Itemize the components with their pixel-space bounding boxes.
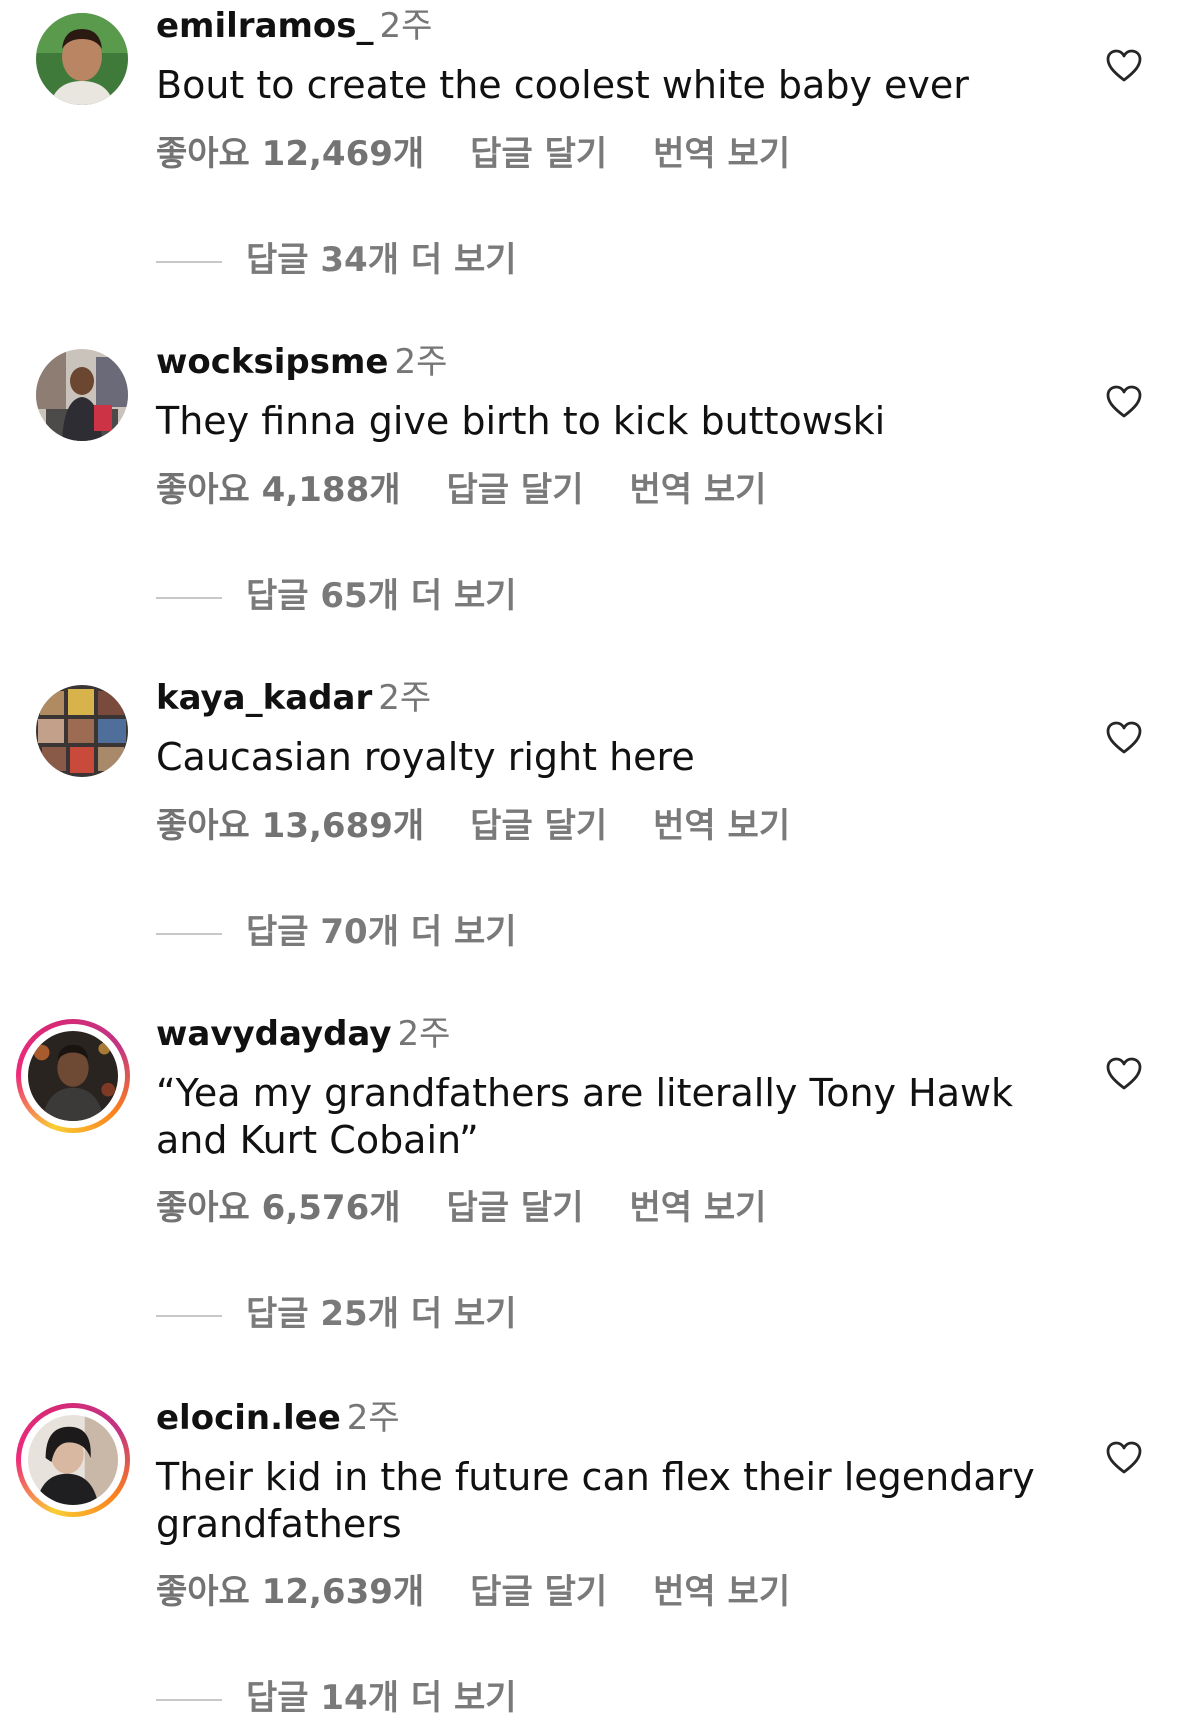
- like-count[interactable]: 좋아요 13,689개: [156, 806, 424, 846]
- story-avatar[interactable]: [16, 1019, 130, 1133]
- heart-icon[interactable]: [1104, 1438, 1144, 1478]
- comment-time: 2주: [397, 1014, 451, 1054]
- divider: [156, 260, 222, 263]
- heart-icon[interactable]: [1104, 1054, 1144, 1094]
- translate-button[interactable]: 번역 보기: [629, 1188, 766, 1228]
- like-count[interactable]: 좋아요 6,576개: [156, 1188, 401, 1228]
- translate-button[interactable]: 번역 보기: [629, 470, 766, 510]
- comment-item: wocksipsme 2주 They finna give birth to ki…: [0, 336, 1200, 636]
- view-more-replies-button[interactable]: 답글 34개 더 보기: [156, 240, 517, 280]
- heart-icon[interactable]: [1104, 382, 1144, 422]
- view-more-replies-button[interactable]: 답글 65개 더 보기: [156, 576, 517, 616]
- avatar[interactable]: [36, 685, 128, 777]
- avatar[interactable]: [36, 349, 128, 441]
- divider: [156, 932, 222, 935]
- avatar[interactable]: [36, 13, 128, 105]
- comment-text: Bout to create the coolest white baby ev…: [156, 63, 969, 107]
- comment-item: elocin.lee 2주 Their kid in the future can…: [0, 1392, 1200, 1724]
- like-count[interactable]: 좋아요 12,469개: [156, 134, 424, 174]
- profile-photo-icon: [28, 1031, 118, 1121]
- comment-time: 2주: [394, 342, 448, 382]
- view-more-replies-label: 답글 14개 더 보기: [246, 1678, 517, 1718]
- divider: [156, 1314, 222, 1317]
- comment-username[interactable]: wavydayday: [156, 1014, 391, 1054]
- view-more-replies-button[interactable]: 답글 70개 더 보기: [156, 912, 517, 952]
- view-more-replies-label: 답글 34개 더 보기: [246, 240, 517, 280]
- comment-username[interactable]: emilramos_: [156, 6, 374, 46]
- reply-button[interactable]: 답글 달기: [470, 134, 607, 174]
- reply-button[interactable]: 답글 달기: [470, 1572, 607, 1612]
- profile-photo-icon: [36, 349, 128, 441]
- comment-username[interactable]: elocin.lee: [156, 1398, 341, 1438]
- profile-photo-icon: [36, 13, 128, 105]
- like-count[interactable]: 좋아요 4,188개: [156, 470, 401, 510]
- comment-time: 2주: [379, 6, 433, 46]
- comment-item: wavydayday 2주 “Yea my grandfathers are li…: [0, 1008, 1200, 1358]
- comment-text: They finna give birth to kick buttowski: [156, 399, 886, 443]
- view-more-replies-label: 답글 25개 더 보기: [246, 1294, 517, 1334]
- heart-icon[interactable]: [1104, 718, 1144, 758]
- comment-username[interactable]: wocksipsme: [156, 342, 389, 382]
- translate-button[interactable]: 번역 보기: [653, 806, 790, 846]
- comment-text: “Yea my grandfathers are literally Tony …: [156, 1071, 1014, 1162]
- divider: [156, 1698, 222, 1701]
- comment-time: 2주: [378, 678, 432, 718]
- comment-text: Caucasian royalty right here: [156, 735, 695, 779]
- divider: [156, 596, 222, 599]
- view-more-replies-button[interactable]: 답글 25개 더 보기: [156, 1294, 517, 1334]
- heart-icon[interactable]: [1104, 46, 1144, 86]
- comment-text: Their kid in the future can flex their l…: [156, 1455, 1035, 1546]
- translate-button[interactable]: 번역 보기: [653, 134, 790, 174]
- translate-button[interactable]: 번역 보기: [653, 1572, 790, 1612]
- reply-button[interactable]: 답글 달기: [470, 806, 607, 846]
- profile-photo-icon: [28, 1415, 118, 1505]
- reply-button[interactable]: 답글 달기: [447, 1188, 584, 1228]
- comment-time: 2주: [346, 1398, 400, 1438]
- comment-item: emilramos_ 2주 Bout to create the coolest …: [0, 0, 1200, 300]
- reply-button[interactable]: 답글 달기: [447, 470, 584, 510]
- like-count[interactable]: 좋아요 12,639개: [156, 1572, 424, 1612]
- comment-item: kaya_kadar 2주 Caucasian royalty right her…: [0, 672, 1200, 972]
- profile-photo-icon: [36, 685, 128, 777]
- comment-username[interactable]: kaya_kadar: [156, 678, 372, 718]
- view-more-replies-label: 답글 65개 더 보기: [246, 576, 517, 616]
- story-avatar[interactable]: [16, 1403, 130, 1517]
- view-more-replies-button[interactable]: 답글 14개 더 보기: [156, 1678, 517, 1718]
- view-more-replies-label: 답글 70개 더 보기: [246, 912, 517, 952]
